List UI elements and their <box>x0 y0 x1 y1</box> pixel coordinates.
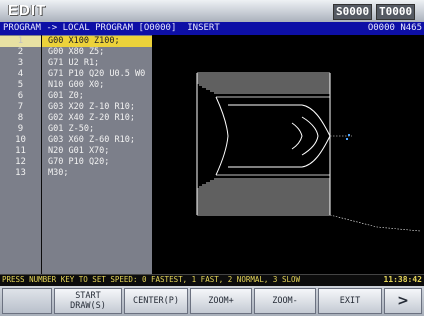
toolpath-rapid-moves <box>329 135 421 232</box>
line-number[interactable]: 6 <box>0 91 41 102</box>
program-line[interactable]: G71 U2 R1; <box>42 58 152 69</box>
program-block-number: O0000 N465 <box>367 23 422 33</box>
program-header: PROGRAM -> LOCAL PROGRAM [O0000] INSERT … <box>0 22 424 35</box>
line-number[interactable]: 8 <box>0 113 41 124</box>
line-number[interactable]: 4 <box>0 69 41 80</box>
program-line[interactable]: G00 X80 Z5; <box>42 47 152 58</box>
program-line[interactable]: G70 P10 Q20; <box>42 157 152 168</box>
toolpath-svg <box>196 72 421 232</box>
program-line[interactable]: G03 X60 Z-60 R10; <box>42 135 152 146</box>
status-message: PRESS NUMBER KEY TO SET SPEED: 0 FASTEST… <box>2 275 301 284</box>
toolpath-roughing-upper <box>197 72 330 98</box>
exit-button[interactable]: EXIT <box>318 288 382 314</box>
program-line[interactable]: G00 X100 Z100; <box>42 36 152 47</box>
line-number[interactable]: 2 <box>0 47 41 58</box>
line-number[interactable]: 1 <box>0 36 41 47</box>
line-number[interactable]: 5 <box>0 80 41 91</box>
clock: 11:38:42 <box>383 275 422 284</box>
program-line[interactable]: N10 G00 X0; <box>42 80 152 91</box>
line-number[interactable]: 9 <box>0 124 41 135</box>
zoom-in-button[interactable]: ZOOM+ <box>190 288 252 314</box>
program-line[interactable]: G01 Z0; <box>42 91 152 102</box>
toolpath-finish-contour <box>196 73 331 215</box>
line-number-column: 1 2 3 4 5 6 7 8 9 10 11 12 13 <box>0 35 41 274</box>
cnc-screen: EDIT S0000 T0000 PROGRAM -> LOCAL PROGRA… <box>0 0 424 316</box>
line-number[interactable]: 11 <box>0 146 41 157</box>
program-editor[interactable]: G00 X100 Z100; G00 X80 Z5; G71 U2 R1; G7… <box>42 35 152 274</box>
softkey-bar: START DRAW(S) CENTER(P) ZOOM+ ZOOM- EXIT… <box>0 286 424 316</box>
center-button[interactable]: CENTER(P) <box>124 288 188 314</box>
tool-number-readout: T0000 <box>376 4 416 20</box>
line-number[interactable]: 7 <box>0 102 41 113</box>
status-bar: PRESS NUMBER KEY TO SET SPEED: 0 FASTEST… <box>0 274 424 286</box>
tool-position-marker <box>346 134 350 140</box>
spindle-speed-readout: S0000 <box>333 4 373 20</box>
program-line[interactable]: G02 X40 Z-20 R10; <box>42 113 152 124</box>
line-number[interactable]: 12 <box>0 157 41 168</box>
line-number[interactable]: 3 <box>0 58 41 69</box>
start-draw-button[interactable]: START DRAW(S) <box>54 288 122 314</box>
zoom-out-button[interactable]: ZOOM- <box>254 288 316 314</box>
toolpath-roughing-lower <box>197 174 330 216</box>
program-line[interactable]: N20 G01 X70; <box>42 146 152 157</box>
program-line[interactable]: G01 Z-50; <box>42 124 152 135</box>
mode-bar: EDIT S0000 T0000 <box>0 0 424 22</box>
program-line[interactable]: G71 P10 Q20 U0.5 W0 <box>42 69 152 80</box>
program-line[interactable]: M30; <box>42 168 152 179</box>
program-path: PROGRAM -> LOCAL PROGRAM [O0000] INSERT <box>3 23 220 33</box>
mode-title: EDIT <box>8 2 47 19</box>
program-line[interactable]: G03 X20 Z-10 R10; <box>42 102 152 113</box>
line-number[interactable]: 13 <box>0 168 41 179</box>
line-number[interactable]: 10 <box>0 135 41 146</box>
toolpath-graphic[interactable] <box>152 35 424 274</box>
softkey-blank[interactable] <box>2 288 52 314</box>
next-page-button[interactable]: > <box>384 288 422 314</box>
